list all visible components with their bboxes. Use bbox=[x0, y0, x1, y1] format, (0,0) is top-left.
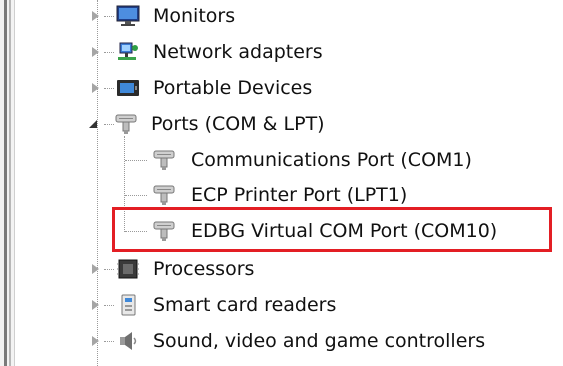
speaker-icon bbox=[120, 332, 137, 350]
tree-connector bbox=[104, 305, 114, 306]
tree-item-portable-devices[interactable]: Portable Devices bbox=[0, 70, 563, 106]
expand-arrow-icon[interactable] bbox=[89, 334, 103, 348]
tree-item-network-adapters[interactable]: Network adapters bbox=[0, 34, 563, 70]
tree-item-sound-video-game[interactable]: Sound, video and game controllers bbox=[0, 323, 563, 359]
device-manager-tree-view: Monitors Network adapters Portable Devic… bbox=[0, 0, 563, 366]
tree-item-label: Ports (COM & LPT) bbox=[151, 113, 325, 135]
tree-connector bbox=[104, 269, 114, 270]
tree-item-com1[interactable]: Communications Port (COM1) bbox=[0, 142, 563, 178]
tree-connector bbox=[125, 160, 147, 161]
tree-item-ports[interactable]: Ports (COM & LPT) bbox=[0, 106, 563, 142]
port-icon bbox=[153, 150, 175, 170]
collapse-arrow-icon[interactable] bbox=[87, 117, 101, 131]
processor-icon bbox=[117, 259, 139, 279]
monitor-icon bbox=[116, 5, 140, 26]
tree-item-smart-card-readers[interactable]: Smart card readers bbox=[0, 287, 563, 323]
tree-item-processors[interactable]: Processors bbox=[0, 251, 563, 287]
tree-item-monitors[interactable]: Monitors bbox=[0, 0, 563, 34]
expand-arrow-icon[interactable] bbox=[89, 262, 103, 276]
tree-connector bbox=[125, 195, 147, 196]
tree-item-label: Communications Port (COM1) bbox=[191, 149, 472, 171]
network-adapter-icon bbox=[118, 42, 138, 60]
tree-connector bbox=[104, 52, 114, 53]
tree-item-label: Processors bbox=[153, 258, 255, 280]
expand-arrow-icon[interactable] bbox=[89, 9, 103, 23]
tree-connector bbox=[104, 16, 114, 17]
tree-item-label: Monitors bbox=[153, 5, 236, 27]
expand-arrow-icon[interactable] bbox=[89, 81, 103, 95]
tree-connector bbox=[104, 341, 114, 342]
smart-card-reader-icon bbox=[121, 294, 136, 316]
tree-connector bbox=[104, 124, 114, 125]
expand-arrow-icon[interactable] bbox=[89, 298, 103, 312]
tree-item-label: Sound, video and game controllers bbox=[153, 330, 486, 352]
tree-item-label: Network adapters bbox=[153, 41, 323, 63]
tree-connector bbox=[104, 88, 114, 89]
tree-item-label: Portable Devices bbox=[153, 77, 313, 99]
tree-item-label: Smart card readers bbox=[153, 294, 337, 316]
port-icon bbox=[153, 185, 175, 205]
highlight-box bbox=[112, 207, 552, 252]
port-icon bbox=[115, 114, 137, 134]
portable-device-icon bbox=[117, 80, 139, 96]
expand-arrow-icon[interactable] bbox=[89, 45, 103, 59]
